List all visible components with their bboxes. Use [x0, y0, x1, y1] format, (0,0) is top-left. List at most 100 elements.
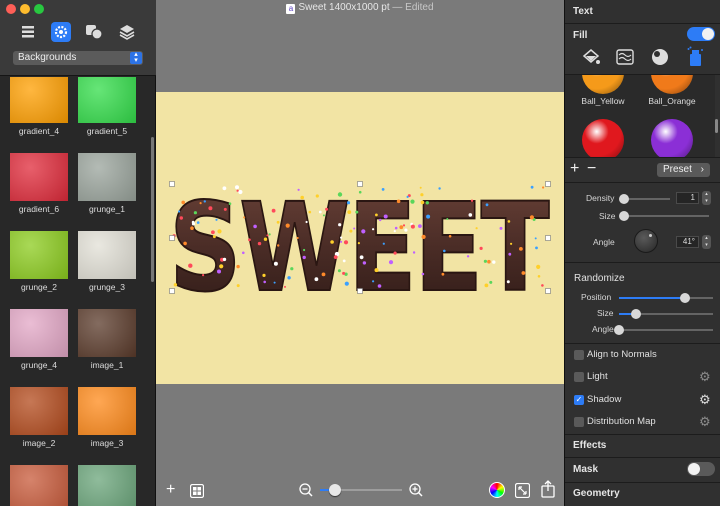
- add-preset-icon[interactable]: +: [570, 161, 579, 177]
- add-icon[interactable]: +: [166, 482, 175, 498]
- option-label[interactable]: Light: [587, 371, 608, 382]
- angle-field[interactable]: 41°: [676, 236, 699, 248]
- density-slider[interactable]: [619, 194, 670, 204]
- preset-ball[interactable]: [582, 75, 624, 94]
- zoom-slider-knob[interactable]: [328, 484, 341, 496]
- size-slider[interactable]: [619, 211, 709, 221]
- sprinkle: [202, 274, 205, 277]
- background-tile[interactable]: [78, 465, 136, 506]
- sprinkle: [308, 210, 312, 214]
- fill-bucket-icon[interactable]: [581, 48, 601, 69]
- ball-icon[interactable]: [651, 48, 669, 69]
- background-tile[interactable]: [78, 231, 136, 279]
- share-icon[interactable]: [541, 480, 555, 501]
- background-tile[interactable]: [10, 231, 68, 279]
- background-tile-label: image_3: [90, 438, 124, 448]
- sprinkle: [287, 276, 291, 280]
- preset-ball[interactable]: [582, 119, 624, 157]
- grid-view-icon[interactable]: [189, 483, 205, 501]
- sweet-text-artwork[interactable]: SWEET: [156, 92, 564, 384]
- random-angle-slider[interactable]: [614, 325, 713, 335]
- gear-icon[interactable]: [51, 22, 71, 42]
- close-window-button[interactable]: [6, 4, 16, 14]
- density-field[interactable]: 1: [676, 192, 699, 204]
- fill-toggle[interactable]: [687, 27, 715, 41]
- effects-section-header[interactable]: Effects: [565, 440, 720, 451]
- sprinkle: [253, 224, 257, 229]
- remove-preset-icon[interactable]: −: [587, 161, 596, 177]
- sprinkle: [325, 207, 329, 211]
- background-tile[interactable]: [78, 309, 136, 357]
- list-icon[interactable]: [18, 22, 38, 42]
- minimize-window-button[interactable]: [20, 4, 30, 14]
- option-checkbox[interactable]: [574, 372, 584, 383]
- zoom-slider[interactable]: [320, 484, 402, 496]
- option-label[interactable]: Shadow: [587, 394, 621, 405]
- zoom-out-icon[interactable]: [299, 483, 313, 500]
- option-label[interactable]: Distribution Map: [587, 416, 656, 427]
- preset-button[interactable]: Preset ›: [657, 163, 710, 177]
- texture-icon[interactable]: [616, 49, 634, 68]
- gear-icon[interactable]: ⚙: [699, 414, 711, 430]
- sprinkle: [337, 192, 343, 197]
- sweet-text[interactable]: SWEET: [168, 176, 553, 320]
- zoom-window-button[interactable]: [34, 4, 44, 14]
- option-label[interactable]: Align to Normals: [587, 349, 657, 360]
- sprinkle: [285, 223, 290, 228]
- layers-icon[interactable]: [117, 22, 137, 42]
- background-tile[interactable]: [78, 153, 136, 201]
- background-tile[interactable]: [10, 153, 68, 201]
- category-dropdown[interactable]: Backgrounds ▴ ▾: [13, 51, 143, 65]
- sprinkle: [410, 199, 415, 204]
- angle-stepper[interactable]: ▴ ▾: [702, 235, 711, 249]
- sprinkle: [346, 201, 351, 205]
- sprinkle: [393, 251, 397, 255]
- gear-icon[interactable]: ⚙: [699, 392, 711, 408]
- random-size-slider[interactable]: [619, 309, 713, 319]
- sprinkle: [273, 261, 278, 266]
- sprinkle: [412, 251, 416, 254]
- preset-ball[interactable]: [651, 119, 693, 157]
- background-tile[interactable]: [10, 465, 68, 506]
- sprinkle: [212, 235, 216, 239]
- spray-icon[interactable]: [687, 46, 705, 71]
- mask-toggle[interactable]: [687, 462, 715, 476]
- preset-ball[interactable]: [651, 75, 693, 94]
- sprinkle: [426, 214, 431, 219]
- sprinkle: [443, 249, 446, 253]
- option-checkbox[interactable]: ✓: [574, 394, 584, 405]
- position-slider[interactable]: [619, 293, 713, 303]
- option-checkbox[interactable]: [574, 416, 584, 427]
- gear-icon[interactable]: ⚙: [699, 369, 711, 385]
- density-stepper[interactable]: ▴ ▾: [702, 191, 711, 205]
- angle-dial[interactable]: [634, 229, 658, 253]
- background-tile[interactable]: [10, 309, 68, 357]
- size-label: Size: [599, 211, 616, 221]
- sprinkle: [508, 252, 512, 256]
- sprinkle: [357, 242, 360, 245]
- sprinkle: [479, 246, 483, 250]
- color-wheel-icon[interactable]: [489, 482, 505, 498]
- fit-to-window-icon[interactable]: [514, 482, 531, 501]
- shapes-icon[interactable]: [84, 22, 104, 42]
- option-checkbox[interactable]: [574, 350, 584, 360]
- sprinkle: [344, 281, 349, 286]
- sprinkle: [421, 234, 426, 239]
- background-tile[interactable]: [10, 387, 68, 435]
- preset-scrollbar[interactable]: [715, 119, 718, 133]
- sprinkle: [330, 240, 334, 244]
- background-tile[interactable]: [78, 77, 136, 123]
- geometry-section-header[interactable]: Geometry: [565, 488, 720, 499]
- sprinkle: [359, 255, 364, 260]
- random-size-label: Size: [597, 308, 614, 318]
- sprinkle: [235, 185, 239, 190]
- text-section-header[interactable]: Text: [565, 6, 720, 17]
- sprinkle: [217, 229, 222, 234]
- sidebar-scrollbar[interactable]: [151, 137, 154, 282]
- zoom-in-icon[interactable]: [409, 483, 423, 500]
- document-icon: a: [286, 4, 296, 14]
- sprinkle: [305, 220, 308, 224]
- background-tile[interactable]: [10, 77, 68, 123]
- background-tile[interactable]: [78, 387, 136, 435]
- sprinkle: [181, 200, 185, 205]
